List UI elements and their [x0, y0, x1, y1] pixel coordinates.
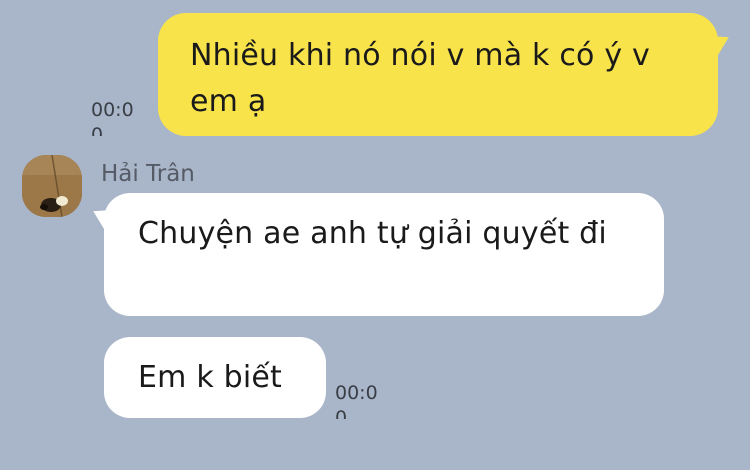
- outgoing-message-bubble[interactable]: Nhiều khi nó nói v mà k có ý v em ạ: [158, 13, 718, 136]
- contact-avatar[interactable]: [22, 155, 82, 217]
- avatar-photo-icon: [22, 155, 82, 217]
- incoming-message-bubble[interactable]: Em k biết: [104, 337, 326, 418]
- message-text: Nhiều khi nó nói v mà k có ý v em ạ: [190, 38, 650, 119]
- message-text: Chuyện ae anh tự giải quyết đi: [138, 216, 607, 251]
- message-timestamp: 00:00: [335, 382, 378, 419]
- message-text: Em k biết: [138, 360, 283, 395]
- sender-name: Hải Trân: [101, 161, 195, 187]
- message-timestamp: 00:00: [91, 99, 134, 136]
- chat-message-area[interactable]: 00:00 Nhiều khi nó nói v mà k có ý v em …: [0, 0, 750, 470]
- incoming-message-bubble[interactable]: Chuyện ae anh tự giải quyết đi: [104, 193, 664, 316]
